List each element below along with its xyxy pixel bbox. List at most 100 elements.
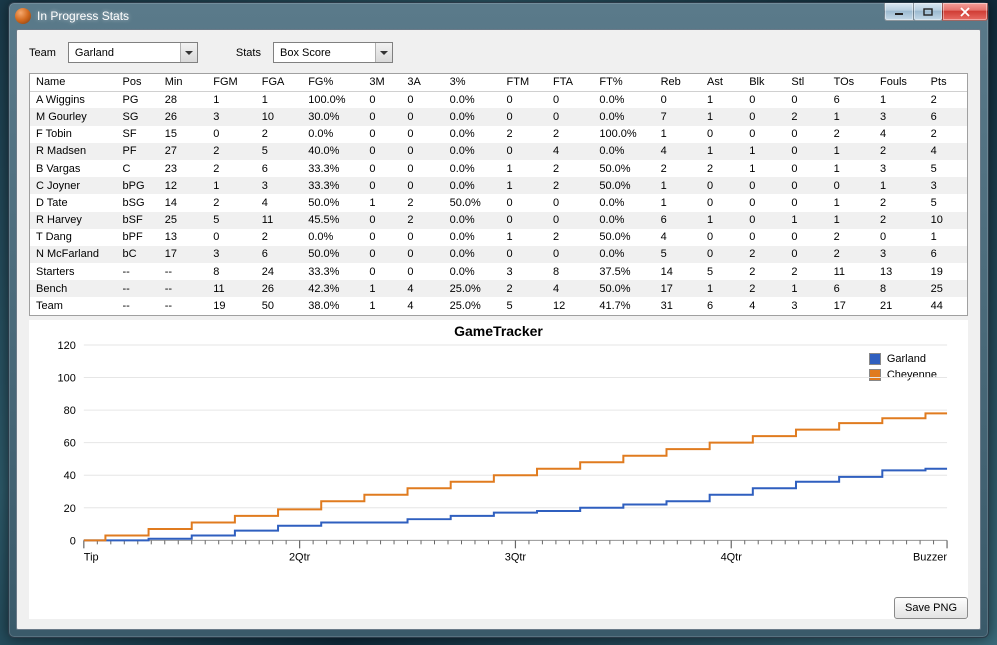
- svg-text:20: 20: [64, 502, 76, 514]
- column-header[interactable]: FTM: [501, 74, 547, 91]
- table-cell: 0: [207, 229, 256, 246]
- table-cell: 1: [828, 194, 874, 211]
- table-cell: 0.0%: [593, 212, 654, 229]
- table-cell: 1: [785, 280, 827, 297]
- minimize-button[interactable]: [884, 3, 914, 21]
- table-cell: 0: [785, 177, 827, 194]
- table-row[interactable]: R HarveybSF2551145.5%020.0%000.0%6101121…: [30, 212, 967, 229]
- table-cell: 1: [655, 177, 701, 194]
- column-header[interactable]: Ast: [701, 74, 743, 91]
- table-row[interactable]: Team----195038.0%1425.0%51241.7%31643172…: [30, 297, 967, 314]
- table-cell: 1: [363, 297, 401, 314]
- table-cell: 3: [874, 108, 925, 125]
- table-cell: 24: [256, 263, 302, 280]
- table-cell: 0.0%: [444, 246, 501, 263]
- column-header[interactable]: 3%: [444, 74, 501, 91]
- column-header[interactable]: Pos: [117, 74, 159, 91]
- table-cell: 50.0%: [593, 160, 654, 177]
- save-png-button[interactable]: Save PNG: [894, 597, 968, 619]
- table-cell: 8: [874, 280, 925, 297]
- svg-text:80: 80: [64, 405, 76, 417]
- table-cell: 0.0%: [444, 160, 501, 177]
- table-cell: 2: [547, 229, 593, 246]
- table-cell: 5: [925, 194, 967, 211]
- table-cell: 1: [501, 160, 547, 177]
- column-header[interactable]: FTA: [547, 74, 593, 91]
- column-header[interactable]: 3A: [401, 74, 443, 91]
- table-row[interactable]: N McFarlandbC173650.0%000.0%000.0%502023…: [30, 246, 967, 263]
- team-label: Team: [29, 47, 56, 59]
- column-header[interactable]: Blk: [743, 74, 785, 91]
- table-cell: 1: [501, 177, 547, 194]
- column-header[interactable]: Min: [159, 74, 208, 91]
- table-row[interactable]: M GourleySG2631030.0%000.0%000.0%7102136: [30, 108, 967, 125]
- table-cell: 1: [501, 229, 547, 246]
- table-cell: 0: [401, 91, 443, 108]
- chevron-down-icon: [180, 43, 197, 62]
- team-dropdown[interactable]: Garland: [68, 42, 198, 63]
- table-cell: 13: [159, 229, 208, 246]
- column-header[interactable]: TOs: [828, 74, 874, 91]
- column-header[interactable]: FGA: [256, 74, 302, 91]
- table-row[interactable]: F TobinSF15020.0%000.0%22100.0%1000242: [30, 126, 967, 143]
- app-icon: [15, 8, 31, 24]
- table-cell: 23: [159, 160, 208, 177]
- table-cell: 0: [501, 108, 547, 125]
- close-button[interactable]: [942, 3, 988, 21]
- table-cell: 10: [925, 212, 967, 229]
- column-header[interactable]: FT%: [593, 74, 654, 91]
- table-cell: 6: [828, 91, 874, 108]
- table-cell: 11: [207, 280, 256, 297]
- column-header[interactable]: FG%: [302, 74, 363, 91]
- table-cell: 0.0%: [444, 263, 501, 280]
- stats-dropdown[interactable]: Box Score: [273, 42, 393, 63]
- table-cell: 2: [925, 91, 967, 108]
- table-cell: Bench: [30, 280, 117, 297]
- table-cell: 11: [256, 212, 302, 229]
- table-cell: 33.3%: [302, 263, 363, 280]
- table-cell: 0: [701, 246, 743, 263]
- table-cell: T Dang: [30, 229, 117, 246]
- table-cell: 0: [874, 229, 925, 246]
- column-header[interactable]: 3M: [363, 74, 401, 91]
- table-header-row[interactable]: NamePosMinFGMFGAFG%3M3A3%FTMFTAFT%RebAst…: [30, 74, 967, 91]
- table-cell: 4: [547, 280, 593, 297]
- table-cell: 2: [874, 212, 925, 229]
- table-cell: 0: [785, 229, 827, 246]
- table-cell: bPF: [117, 229, 159, 246]
- table-cell: 12: [159, 177, 208, 194]
- table-cell: 0: [743, 212, 785, 229]
- svg-text:60: 60: [64, 437, 76, 449]
- table-cell: 0: [655, 91, 701, 108]
- stats-grid[interactable]: NamePosMinFGMFGAFG%3M3A3%FTMFTAFT%RebAst…: [29, 73, 968, 316]
- table-row[interactable]: R MadsenPF272540.0%000.0%040.0%4110124: [30, 143, 967, 160]
- table-cell: 1: [701, 108, 743, 125]
- table-cell: 3: [501, 263, 547, 280]
- table-cell: 19: [207, 297, 256, 314]
- maximize-button[interactable]: [913, 3, 943, 21]
- table-row[interactable]: B VargasC232633.3%000.0%1250.0%2210135: [30, 160, 967, 177]
- column-header[interactable]: Fouls: [874, 74, 925, 91]
- table-cell: 1: [743, 160, 785, 177]
- column-header[interactable]: Reb: [655, 74, 701, 91]
- table-cell: 0: [701, 126, 743, 143]
- column-header[interactable]: Name: [30, 74, 117, 91]
- table-row[interactable]: Bench----112642.3%1425.0%2450.0%17121682…: [30, 280, 967, 297]
- column-header[interactable]: Stl: [785, 74, 827, 91]
- table-row[interactable]: C JoynerbPG121333.3%000.0%1250.0%1000013: [30, 177, 967, 194]
- table-cell: C: [117, 160, 159, 177]
- table-cell: PG: [117, 91, 159, 108]
- column-header[interactable]: Pts: [925, 74, 967, 91]
- table-cell: 13: [874, 263, 925, 280]
- table-cell: 0: [363, 177, 401, 194]
- table-row[interactable]: D TatebSG142450.0%1250.0%000.0%1000125: [30, 194, 967, 211]
- table-row[interactable]: A WigginsPG2811100.0%000.0%000.0%0100612: [30, 91, 967, 108]
- table-cell: 4: [925, 143, 967, 160]
- table-row[interactable]: T DangbPF13020.0%000.0%1250.0%4000201: [30, 229, 967, 246]
- table-row[interactable]: Starters----82433.3%000.0%3837.5%1452211…: [30, 263, 967, 280]
- table-cell: 0.0%: [302, 229, 363, 246]
- column-header[interactable]: FGM: [207, 74, 256, 91]
- table-cell: 3: [207, 108, 256, 125]
- table-cell: 40.0%: [302, 143, 363, 160]
- titlebar[interactable]: In Progress Stats: [9, 3, 988, 29]
